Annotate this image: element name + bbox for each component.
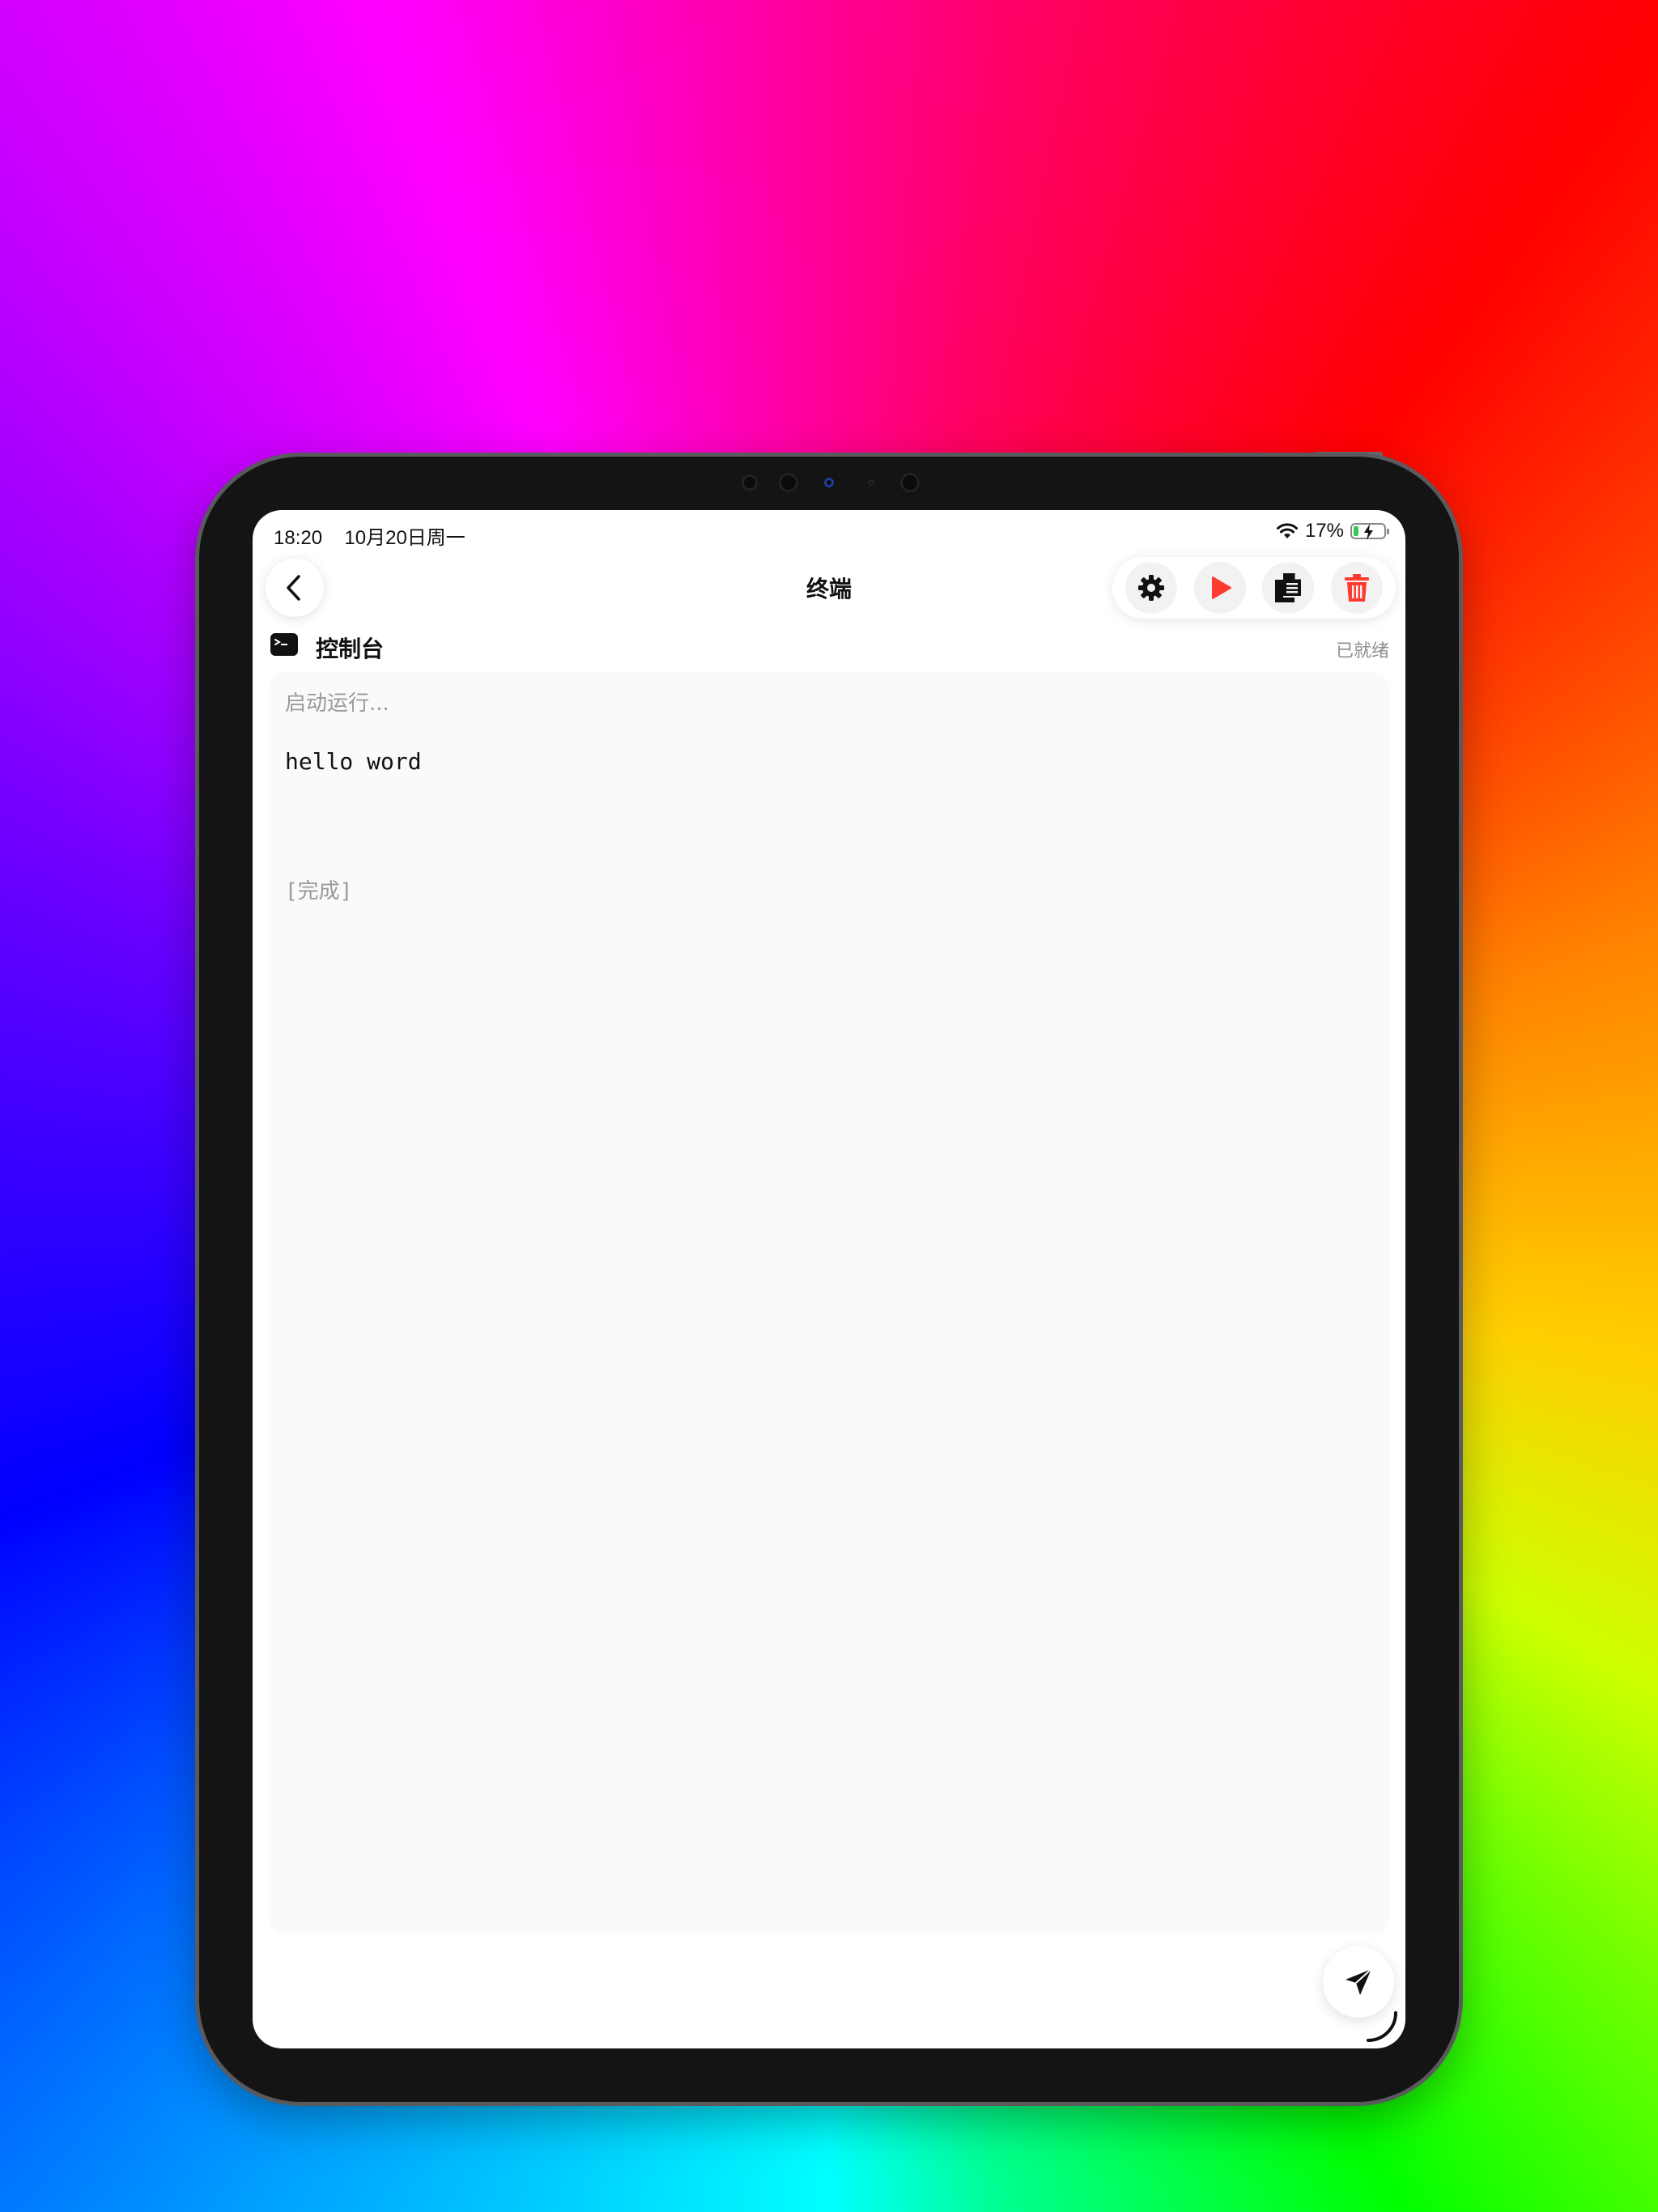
home-indicator-arc <box>1367 2011 1397 2042</box>
console-line-done: [完成] <box>285 879 353 904</box>
play-icon <box>1211 576 1231 599</box>
status-indicators: 17% <box>1276 520 1389 542</box>
copy-button[interactable] <box>1262 562 1315 614</box>
sensor-icon <box>868 479 874 486</box>
status-time: 18:20 10月20日周一 <box>274 521 466 550</box>
action-toolbar <box>1112 557 1396 619</box>
sensor-icon <box>779 473 798 492</box>
run-button[interactable] <box>1193 562 1246 614</box>
settings-button[interactable] <box>1125 562 1178 614</box>
clear-button[interactable] <box>1330 562 1383 614</box>
clock-time: 18:20 <box>274 527 323 549</box>
console-output[interactable]: 启动运行... hello word [完成] <box>269 672 1389 1935</box>
console-header: 控制台 已就绪 <box>270 627 1389 666</box>
app-screen: 18:20 10月20日周一 17% 终端 控制台 已就绪 启动运行... he… <box>253 510 1405 2048</box>
battery-icon <box>1350 523 1389 540</box>
send-button[interactable] <box>1323 1946 1394 2018</box>
status-bar: 18:20 10月20日周一 17% <box>253 510 1405 555</box>
send-icon <box>1346 1968 1372 1995</box>
sensor-icon <box>900 473 920 492</box>
trash-icon <box>1344 574 1369 602</box>
camera-icon <box>824 478 834 487</box>
battery-level <box>1354 526 1358 536</box>
battery-percent: 17% <box>1304 520 1344 542</box>
sensor-icon <box>742 474 758 491</box>
charging-bolt-icon <box>1364 524 1373 540</box>
terminal-icon <box>270 633 298 656</box>
console-line-start: 启动运行... <box>285 691 389 716</box>
copy-icon <box>1275 573 1302 602</box>
gear-icon <box>1138 575 1165 601</box>
console-status: 已就绪 <box>1335 641 1389 661</box>
clock-date: 10月20日周一 <box>344 527 466 549</box>
console-title: 控制台 <box>316 636 385 662</box>
console-line-output: hello word <box>285 748 422 775</box>
nav-bar: 终端 <box>253 555 1405 620</box>
wifi-icon <box>1276 523 1298 538</box>
